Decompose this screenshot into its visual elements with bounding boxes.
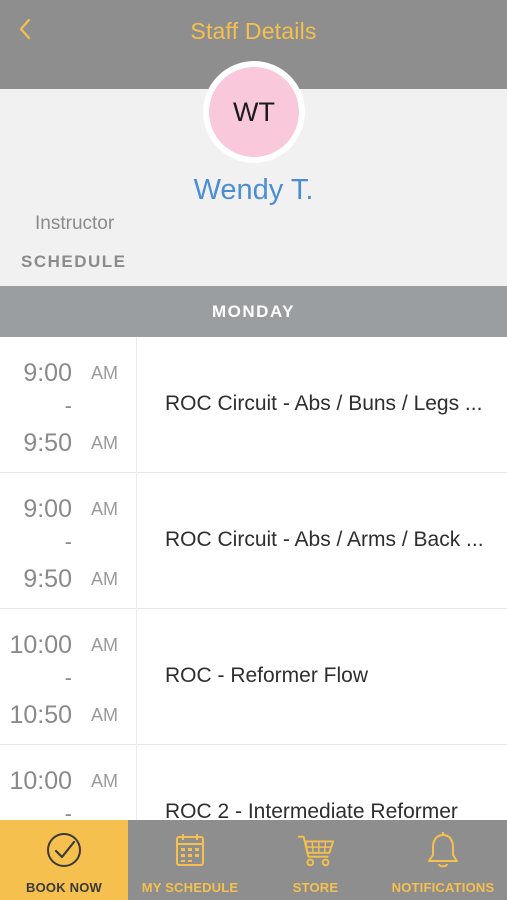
avatar-ring: WT bbox=[203, 61, 305, 163]
check-circle-icon bbox=[44, 830, 84, 870]
tab-my-schedule[interactable]: MY SCHEDULE bbox=[128, 820, 252, 900]
time-column: 10:00 AM - bbox=[0, 745, 137, 820]
staff-name: Wendy T. bbox=[193, 174, 314, 206]
end-ampm: AM bbox=[91, 569, 118, 589]
class-name: ROC Circuit - Abs / Arms / Back ... bbox=[165, 528, 484, 551]
start-time: 10:00 bbox=[9, 631, 72, 659]
day-header: MONDAY bbox=[0, 286, 507, 337]
schedule-row[interactable]: 10:00 AM - ROC 2 - Intermediate Reformer bbox=[0, 745, 507, 820]
time-column: 9:00 AM - 9:50 AM bbox=[0, 473, 137, 609]
staff-profile: WT Wendy T. Instructor SCHEDULE bbox=[0, 61, 507, 286]
time-dash: - bbox=[64, 801, 72, 820]
tab-label: BOOK NOW bbox=[26, 880, 102, 895]
start-time: 9:00 bbox=[23, 359, 72, 387]
time-column: 9:00 AM - 9:50 AM bbox=[0, 337, 137, 473]
avatar: WT bbox=[209, 67, 299, 157]
start-time: 10:00 bbox=[9, 767, 72, 795]
time-column: 10:00 AM - 10:50 AM bbox=[0, 609, 137, 745]
tab-bar: BOOK NOW MY SCHEDULE STORE NOTIFICATIONS bbox=[0, 820, 507, 900]
tab-store[interactable]: STORE bbox=[252, 820, 379, 900]
time-dash: - bbox=[64, 529, 72, 554]
schedule-row[interactable]: 9:00 AM - 9:50 AM ROC Circuit - Abs / Bu… bbox=[0, 337, 507, 473]
schedule-list[interactable]: 9:00 AM - 9:50 AM ROC Circuit - Abs / Bu… bbox=[0, 337, 507, 820]
class-name: ROC Circuit - Abs / Buns / Legs ... bbox=[165, 392, 483, 415]
page-title: Staff Details bbox=[190, 18, 317, 44]
day-label: MONDAY bbox=[212, 301, 295, 321]
tab-label: NOTIFICATIONS bbox=[391, 880, 495, 895]
schedule-row[interactable]: 10:00 AM - 10:50 AM ROC - Reformer Flow bbox=[0, 609, 507, 745]
avatar-initials: WT bbox=[233, 96, 275, 127]
start-ampm: AM bbox=[91, 363, 118, 383]
start-ampm: AM bbox=[91, 635, 118, 655]
schedule-row[interactable]: 9:00 AM - 9:50 AM ROC Circuit - Abs / Ar… bbox=[0, 473, 507, 609]
bell-icon bbox=[423, 830, 463, 870]
end-ampm: AM bbox=[91, 705, 118, 725]
end-time: 9:50 bbox=[23, 565, 72, 593]
time-dash: - bbox=[64, 393, 72, 418]
schedule-section-label: SCHEDULE bbox=[21, 252, 127, 271]
start-time: 9:00 bbox=[23, 495, 72, 523]
cart-icon bbox=[296, 830, 336, 870]
start-ampm: AM bbox=[91, 499, 118, 519]
time-dash: - bbox=[64, 665, 72, 690]
tab-notifications[interactable]: NOTIFICATIONS bbox=[379, 820, 507, 900]
end-ampm: AM bbox=[91, 433, 118, 453]
staff-role: Instructor bbox=[35, 213, 115, 234]
end-time: 9:50 bbox=[23, 429, 72, 457]
tab-label: STORE bbox=[292, 880, 339, 895]
start-ampm: AM bbox=[91, 771, 118, 791]
tab-book-now[interactable]: BOOK NOW bbox=[0, 820, 128, 900]
class-name: ROC - Reformer Flow bbox=[165, 664, 369, 687]
class-name: ROC 2 - Intermediate Reformer bbox=[165, 800, 458, 820]
tab-label: MY SCHEDULE bbox=[141, 880, 239, 895]
end-time: 10:50 bbox=[9, 701, 72, 729]
calendar-icon bbox=[170, 830, 210, 870]
